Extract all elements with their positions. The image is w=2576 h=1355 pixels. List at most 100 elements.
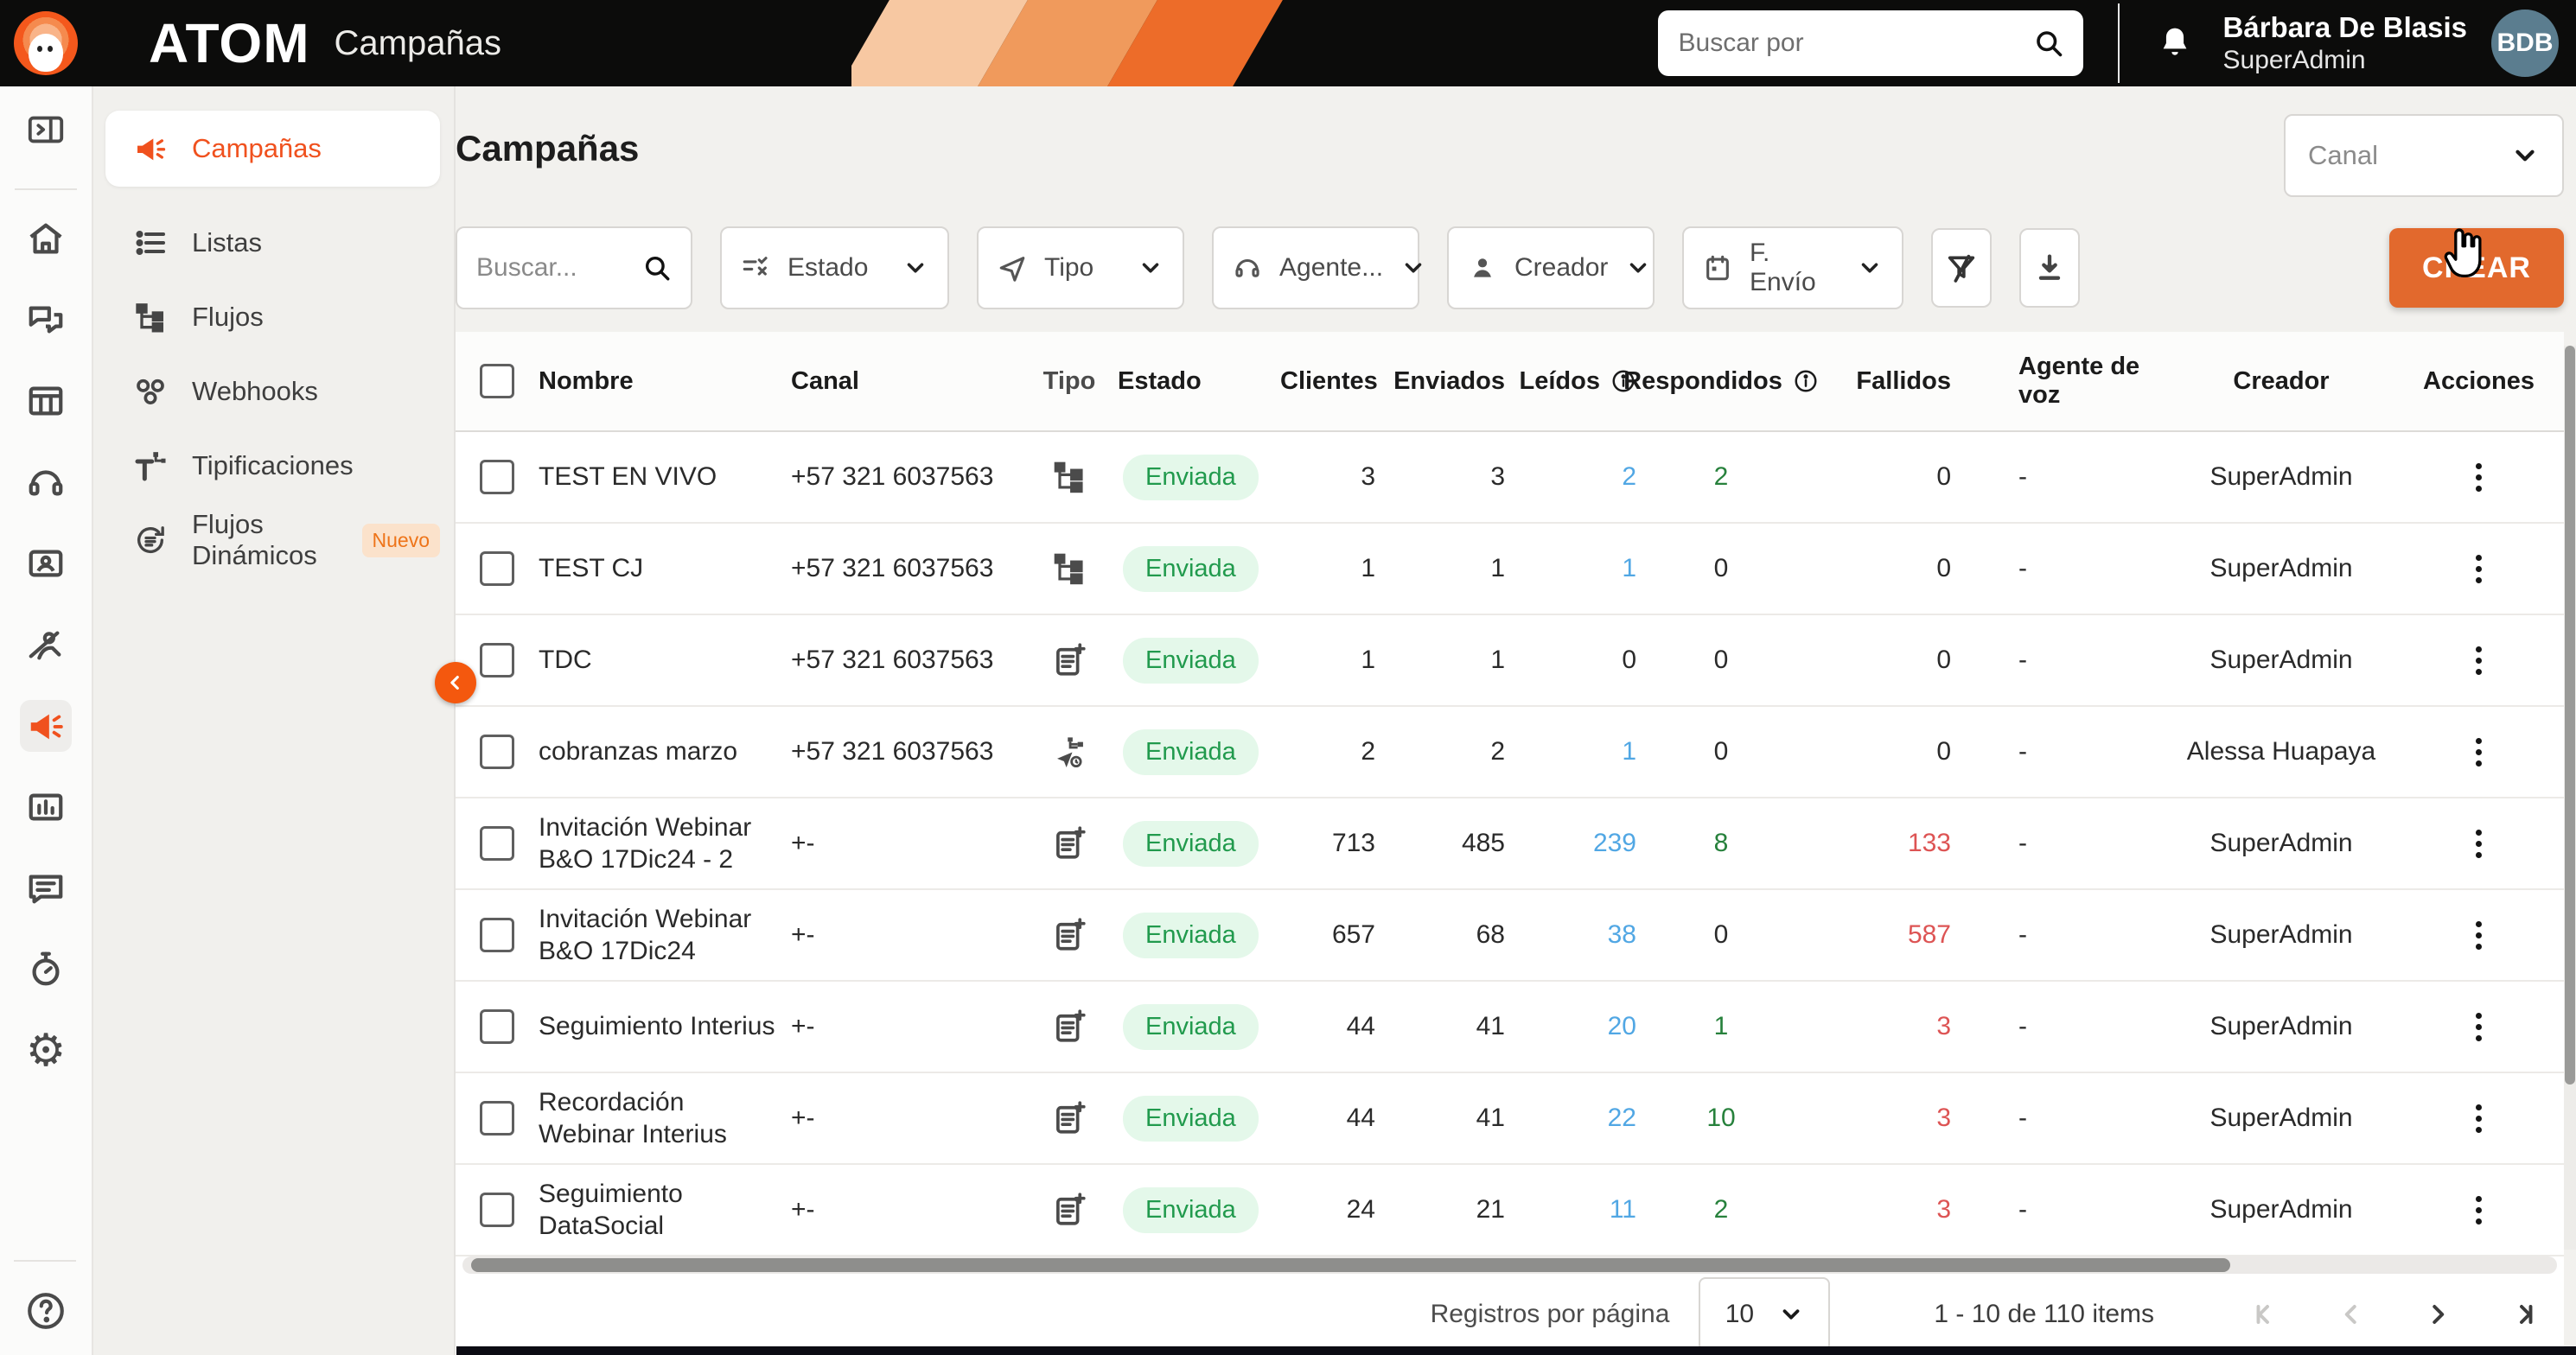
app-logo[interactable] xyxy=(0,0,92,86)
contact-card-icon[interactable] xyxy=(20,538,72,589)
calendar-icon xyxy=(1703,253,1732,283)
fecha-envio-filter[interactable]: F. Envío xyxy=(1682,226,1903,309)
col-respondidos[interactable]: Respondidos xyxy=(1623,367,1817,396)
select-all-checkbox[interactable] xyxy=(480,364,514,398)
col-leidos[interactable]: Leídos xyxy=(1505,367,1636,396)
search-icon xyxy=(642,253,672,283)
new-badge: Nuevo xyxy=(361,523,440,557)
row-actions-menu[interactable] xyxy=(2476,462,2482,492)
sidebar-item-flujos[interactable]: Flujos xyxy=(105,280,440,354)
sidebar-item-listas[interactable]: Listas xyxy=(105,206,440,280)
checklist-icon xyxy=(741,253,770,283)
col-acciones[interactable]: Acciones xyxy=(2394,367,2564,396)
agent-disabled-icon[interactable] xyxy=(20,619,72,671)
rows-per-page-select[interactable]: 10 xyxy=(1699,1277,1831,1352)
row-checkbox[interactable] xyxy=(480,1193,514,1227)
sidebar-item-flujos-dinamicos[interactable]: Flujos Dinámicos Nuevo xyxy=(105,503,440,577)
icon-rail: ⚙ xyxy=(0,86,93,1355)
row-checkbox[interactable] xyxy=(480,1009,514,1044)
reports-icon[interactable] xyxy=(20,781,72,833)
row-checkbox[interactable] xyxy=(480,735,514,769)
search-icon[interactable] xyxy=(2033,28,2064,59)
table-search-input[interactable]: Buscar... xyxy=(456,226,692,309)
avatar[interactable]: BDB xyxy=(2491,10,2559,77)
headset-icon[interactable] xyxy=(20,456,72,508)
sidebar-item-label: Tipificaciones xyxy=(192,450,354,480)
sidebar-collapse-button[interactable] xyxy=(435,662,476,703)
campaign-name: Seguimiento DataSocial xyxy=(539,1179,683,1241)
row-actions-menu[interactable] xyxy=(2476,1195,2482,1225)
row-checkbox[interactable] xyxy=(480,1101,514,1136)
row-checkbox[interactable] xyxy=(480,460,514,494)
brand-wordmark: ATOM xyxy=(149,12,310,74)
first-page-button[interactable] xyxy=(2249,1299,2280,1330)
prev-page-button[interactable] xyxy=(2336,1299,2367,1330)
campaigns-megaphone-icon[interactable] xyxy=(20,700,72,752)
chevron-down-icon xyxy=(1400,255,1426,281)
settings-gear-icon[interactable]: ⚙ xyxy=(20,1025,72,1077)
table-row: cobranzas marzo +57 321 6037563 Enviada … xyxy=(456,707,2564,798)
megaphone-icon xyxy=(133,131,168,166)
last-page-button[interactable] xyxy=(2509,1299,2540,1330)
agente-filter[interactable]: Agente... xyxy=(1212,226,1422,309)
row-actions-menu[interactable] xyxy=(2476,829,2482,858)
vertical-scrollbar-thumb[interactable] xyxy=(2565,346,2575,1085)
row-checkbox[interactable] xyxy=(480,826,514,861)
row-actions-menu[interactable] xyxy=(2476,1012,2482,1041)
col-clientes[interactable]: Clientes xyxy=(1280,367,1378,396)
creador-filter[interactable]: Creador xyxy=(1447,226,1655,309)
global-search-input[interactable] xyxy=(1676,28,2033,59)
sidebar-toggle-icon[interactable] xyxy=(20,104,72,156)
row-actions-menu[interactable] xyxy=(2476,737,2482,767)
user-info[interactable]: Bárbara De Blasis SuperAdmin xyxy=(2223,10,2467,76)
next-page-button[interactable] xyxy=(2422,1299,2453,1330)
table-row: Seguimiento Interius +- Enviada 44 41 20… xyxy=(456,982,2564,1073)
canal-filter-select[interactable]: Canal xyxy=(2284,114,2564,197)
row-actions-menu[interactable] xyxy=(2476,554,2482,583)
col-agente-voz[interactable]: Agente de voz xyxy=(1951,353,2169,410)
row-actions-menu[interactable] xyxy=(2476,1104,2482,1133)
sidebar-item-label: Webhooks xyxy=(192,376,318,406)
bottom-edge-bar xyxy=(456,1346,2576,1355)
row-checkbox[interactable] xyxy=(480,643,514,678)
status-badge: Enviada xyxy=(1123,820,1259,867)
conversations-icon[interactable] xyxy=(20,294,72,346)
row-checkbox[interactable] xyxy=(480,918,514,952)
type-note-add-icon xyxy=(1051,1192,1087,1228)
vertical-scrollbar[interactable] xyxy=(2564,346,2576,1250)
row-checkbox[interactable] xyxy=(480,551,514,586)
horizontal-scrollbar-thumb[interactable] xyxy=(471,1258,2231,1272)
download-button[interactable] xyxy=(2019,228,2080,308)
col-estado[interactable]: Estado xyxy=(1118,367,1280,396)
global-search[interactable] xyxy=(1657,10,2083,76)
row-actions-menu[interactable] xyxy=(2476,646,2482,675)
estado-filter[interactable]: Estado xyxy=(720,226,949,309)
col-tipo[interactable]: Tipo xyxy=(1021,367,1118,396)
sidebar-item-campanas[interactable]: Campañas xyxy=(105,111,440,187)
timer-icon[interactable] xyxy=(20,944,72,996)
sidebar-item-tipificaciones[interactable]: Tipificaciones xyxy=(105,429,440,503)
col-enviados[interactable]: Enviados xyxy=(1375,367,1505,396)
table-row: Recordación Webinar Interius +- Enviada … xyxy=(456,1073,2564,1165)
home-icon[interactable] xyxy=(20,213,72,264)
chevron-down-icon xyxy=(902,255,928,281)
chevron-down-icon xyxy=(1778,1301,1804,1327)
row-actions-menu[interactable] xyxy=(2476,920,2482,950)
campaign-name: cobranzas marzo xyxy=(539,737,738,767)
feedback-icon[interactable] xyxy=(20,862,72,914)
col-nombre[interactable]: Nombre xyxy=(539,366,791,397)
help-icon[interactable] xyxy=(0,1289,92,1333)
board-icon[interactable] xyxy=(20,375,72,427)
status-badge: Enviada xyxy=(1123,1186,1259,1233)
sidebar-item-webhooks[interactable]: Webhooks xyxy=(105,354,440,429)
clear-filters-button[interactable] xyxy=(1931,228,1992,308)
col-creador[interactable]: Creador xyxy=(2169,367,2394,396)
chevron-down-icon xyxy=(1857,255,1883,281)
horizontal-scrollbar[interactable] xyxy=(462,1256,2557,1274)
status-badge: Enviada xyxy=(1123,1095,1259,1142)
tipo-filter[interactable]: Tipo xyxy=(977,226,1184,309)
col-canal[interactable]: Canal xyxy=(791,367,1021,396)
col-fallidos[interactable]: Fallidos xyxy=(1806,367,1951,396)
notifications-bell-icon[interactable] xyxy=(2156,24,2194,62)
status-badge: Enviada xyxy=(1123,1003,1259,1050)
